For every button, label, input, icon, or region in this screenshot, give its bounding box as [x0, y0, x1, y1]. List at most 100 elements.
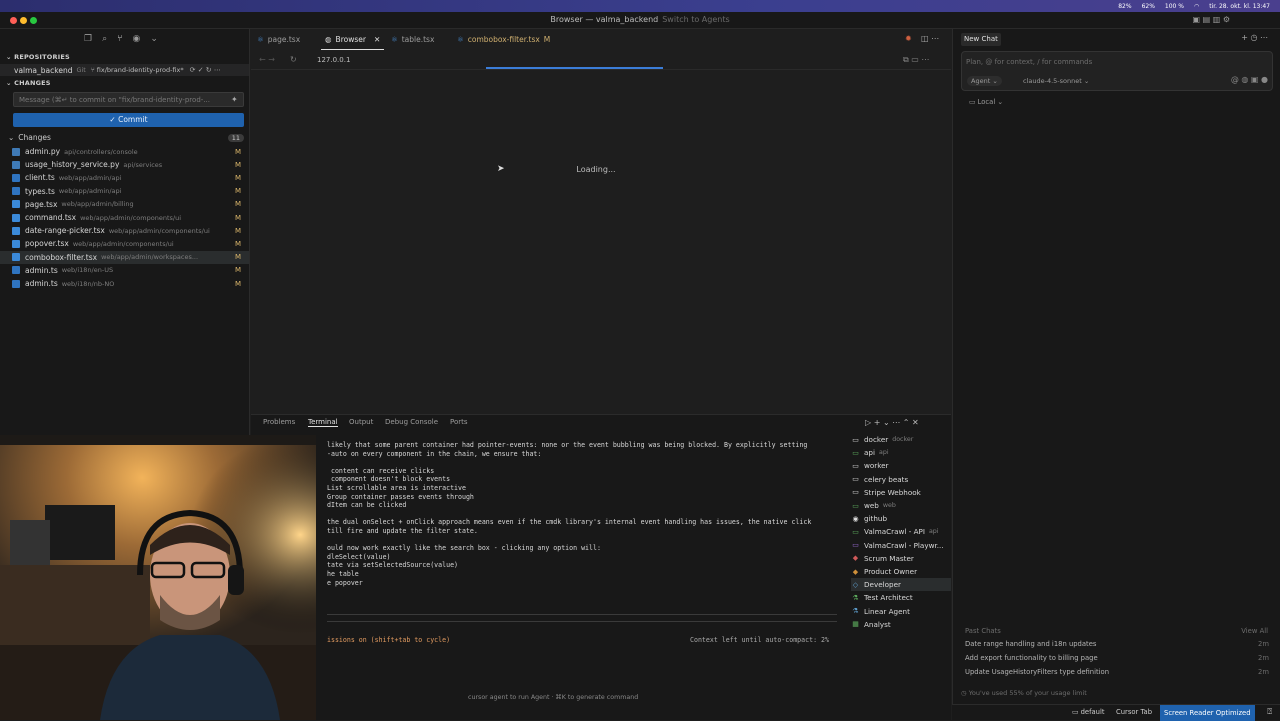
files-icon[interactable]: ❐: [84, 34, 92, 44]
commit-message-input[interactable]: Message (⌘↵ to commit on "fix/brand-iden…: [13, 92, 244, 107]
terminal-instance-item[interactable]: ▭ Stripe Webhook: [851, 486, 951, 499]
changes-group-header[interactable]: ⌄ Changes 11: [8, 133, 248, 142]
terminal-suffix: docker: [892, 436, 914, 443]
local-label: Local: [977, 98, 996, 106]
source-control-icon[interactable]: ⑂: [117, 34, 122, 44]
terminal-icon: ▭: [852, 527, 859, 536]
cursor-tab-item[interactable]: Cursor Tab: [1116, 708, 1152, 716]
tab-page-tsx[interactable]: ⚛ page.tsx: [257, 29, 300, 50]
screen-reader-item[interactable]: Screen Reader Optimized: [1160, 705, 1255, 721]
terminal-instance-item[interactable]: ▭ worker: [851, 459, 951, 472]
changed-file-row[interactable]: admin.ts web/i18n/en-US M: [0, 264, 249, 277]
terminal-instance-item[interactable]: ◉ github: [851, 512, 951, 525]
terminal-actions-icon[interactable]: ▷ + ⌄ ⋯ ⌃ ✕: [865, 418, 919, 427]
terminal-line: -auto on every component in the chain, w…: [327, 449, 542, 458]
wifi-icon[interactable]: ◠: [1194, 3, 1199, 10]
tab-terminal[interactable]: Terminal: [308, 418, 338, 427]
tab-debug-console[interactable]: Debug Console: [385, 418, 438, 426]
changed-file-row[interactable]: usage_history_service.py api/services M: [0, 158, 249, 171]
reload-icon[interactable]: ↻: [290, 55, 297, 64]
terminal-instance-item[interactable]: ▭ celery beats: [851, 473, 951, 486]
terminal-icon: ◆: [852, 554, 859, 563]
tab-browser[interactable]: ◍ Browser ✕: [321, 29, 385, 50]
chevron-down-icon: ⌄: [6, 79, 15, 87]
terminal-name: Stripe Webhook: [864, 487, 921, 497]
changed-file-row[interactable]: command.tsx web/app/admin/components/ui M: [0, 211, 249, 224]
past-chat-item[interactable]: Update UsageHistoryFilters type definiti…: [965, 668, 1269, 676]
divider: [327, 614, 837, 615]
search-icon[interactable]: ⌕: [102, 34, 107, 44]
changes-group-label: Changes: [18, 133, 51, 142]
sparkle-icon[interactable]: ✦: [231, 95, 238, 104]
terminal-instance-item[interactable]: ▭ web web: [851, 499, 951, 512]
react-file-icon: ⚛: [457, 35, 464, 44]
changed-file-row[interactable]: combobox-filter.tsx web/app/admin/workspa…: [0, 250, 249, 264]
terminal-icon: ▦: [852, 620, 859, 629]
cpu-indicator: 82%: [1118, 2, 1132, 10]
tab-problems[interactable]: Problems: [263, 418, 295, 426]
branch-name[interactable]: fix/brand-identity-prod-fix*: [97, 66, 184, 74]
terminal-instance-item[interactable]: ▭ api api: [851, 446, 951, 459]
terminal-line: he table: [327, 570, 359, 578]
agent-label: Agent: [971, 77, 991, 85]
view-all-link[interactable]: View All: [1241, 627, 1268, 635]
agent-selector[interactable]: Agent ⌄: [967, 76, 1002, 86]
tab-output[interactable]: Output: [349, 418, 373, 426]
past-chat-age: 2m: [1258, 654, 1269, 662]
close-icon[interactable]: ✕: [374, 35, 380, 44]
repositories-header[interactable]: ⌄ REPOSITORIES: [6, 53, 70, 61]
terminal-instance-item[interactable]: ◆ Scrum Master: [851, 552, 951, 565]
terminal-line: likely that some parent container had po…: [327, 441, 808, 449]
changed-file-row[interactable]: admin.ts web/i18n/nb-NO M: [0, 277, 249, 290]
changed-file-row[interactable]: popover.tsx web/app/admin/components/ui M: [0, 237, 249, 250]
terminal-name: docker: [864, 435, 889, 444]
sync-icon[interactable]: ⟳ ✓ ↻ ⋯: [190, 66, 221, 74]
terminal-instance-item[interactable]: ▭ docker docker: [851, 433, 951, 446]
file-status: M: [234, 160, 241, 169]
split-editor-icon[interactable]: ◫ ⋯: [921, 34, 939, 43]
repositories-label: REPOSITORIES: [14, 53, 70, 61]
file-path: web/app/admin/api: [58, 173, 122, 182]
changed-file-row[interactable]: types.ts web/app/admin/api M: [0, 185, 249, 198]
flame-icon[interactable]: ✹: [905, 34, 912, 43]
chat-actions-icon[interactable]: + ◷ ⋯: [1241, 33, 1268, 42]
terminal-shell-item[interactable]: ▭ default: [1072, 708, 1105, 716]
chat-input-box[interactable]: Plan, @ for context, / for commands Agen…: [961, 51, 1273, 91]
back-icon[interactable]: ← →: [259, 55, 275, 64]
past-chat-age: 2m: [1258, 668, 1269, 676]
extensions-icon[interactable]: ◉: [133, 34, 141, 44]
terminal-instance-item[interactable]: ▭ ValmaCrawl - Playwr...: [851, 539, 951, 552]
repository-row[interactable]: valma_backend Git ⑂ fix/brand-identity-p…: [0, 64, 249, 76]
terminal-instance-item[interactable]: ◆ Product Owner: [851, 565, 951, 578]
new-chat-tab[interactable]: New Chat: [961, 33, 1001, 46]
window-title: Browser — valma_backend Switch to Agents: [0, 15, 1280, 24]
chevron-down-icon[interactable]: ⌄: [150, 34, 158, 44]
changed-file-row[interactable]: admin.py api/controllers/console M: [0, 145, 249, 158]
terminal-instance-item[interactable]: ▦ Analyst: [851, 618, 951, 631]
terminal-instance-item[interactable]: ⚗ Test Architect: [851, 591, 951, 604]
layout-toggle-icon[interactable]: ▣ ▤ ▥ ⚙: [1193, 15, 1230, 24]
changes-section-header[interactable]: ⌄ CHANGES: [6, 79, 51, 87]
clock[interactable]: tir. 28. okt. kl. 13:47: [1209, 3, 1270, 10]
past-chat-item[interactable]: Add export functionality to billing page…: [965, 654, 1269, 662]
changed-file-row[interactable]: client.ts web/app/admin/api M: [0, 171, 249, 184]
changed-file-row[interactable]: page.tsx web/app/admin/billing M: [0, 198, 249, 211]
terminal-instance-item[interactable]: ◇ Developer: [851, 578, 951, 592]
tab-ports[interactable]: Ports: [450, 418, 468, 426]
notifications-icon[interactable]: ⍰: [1267, 707, 1272, 717]
past-chat-item[interactable]: Date range handling and i18n updates 2m: [965, 640, 1269, 648]
url-field[interactable]: 127.0.0.1: [317, 56, 350, 64]
tab-table-tsx[interactable]: ⚛ table.tsx: [391, 29, 434, 50]
switch-to-agents-link[interactable]: Switch to Agents: [662, 15, 729, 24]
attach-icon[interactable]: @ ◍ ▣ ●: [1231, 75, 1268, 84]
chat-panel: New Chat + ◷ ⋯ Plan, @ for context, / fo…: [952, 29, 1280, 720]
tab-combobox-filter[interactable]: ⚛ combobox-filter.tsx M: [457, 29, 550, 50]
terminal-instance-item[interactable]: ▭ ValmaCrawl - API api: [851, 525, 951, 538]
terminal-instance-item[interactable]: ⚗ Linear Agent: [851, 605, 951, 618]
changed-file-row[interactable]: date-range-picker.tsx web/app/admin/compo…: [0, 224, 249, 237]
terminal-name: web: [864, 501, 879, 510]
commit-button[interactable]: ✓ Commit: [13, 113, 244, 127]
devtools-icon[interactable]: ⧉ ▭ ⋯: [903, 55, 929, 65]
local-selector[interactable]: ▭ Local ⌄: [969, 98, 1003, 106]
model-selector[interactable]: claude-4.5-sonnet ⌄: [1023, 77, 1089, 85]
